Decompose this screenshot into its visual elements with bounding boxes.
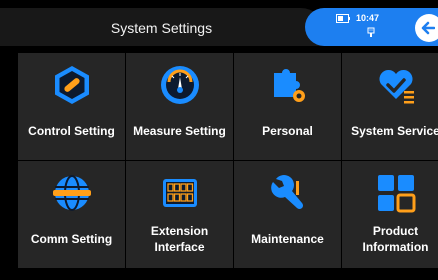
interface-board-icon <box>163 179 197 207</box>
tile-comm-setting[interactable]: Comm Setting <box>18 161 125 268</box>
back-arrow-icon <box>421 21 435 35</box>
tile-label: Comm Setting <box>30 232 113 246</box>
tile-label-line1: Extension <box>150 224 209 238</box>
tile-label-line2: Information <box>362 240 429 254</box>
wrench-icon <box>271 175 304 210</box>
tile-measure-setting[interactable]: Measure Setting <box>126 53 233 160</box>
tile-extension-interface[interactable]: Extension Interface <box>126 161 233 268</box>
settings-grid: Control Setting Measure Setting Personal <box>0 51 438 275</box>
heart-service-icon <box>379 69 414 104</box>
tile-maintenance[interactable]: Maintenance <box>234 161 341 268</box>
header-bar: System Settings 10:47 <box>0 0 438 46</box>
tile-label: System Service <box>351 124 438 138</box>
tile-label: Control Setting <box>28 124 115 138</box>
back-button[interactable] <box>415 14 438 42</box>
globe-icon <box>53 175 91 211</box>
puzzle-icon <box>274 69 305 102</box>
tile-label: Maintenance <box>251 232 324 246</box>
battery-icon <box>336 14 350 23</box>
clock: 10:47 <box>356 13 380 23</box>
tile-label-line2: Interface <box>154 240 205 254</box>
tile-label: Product Information <box>342 223 438 255</box>
gauge-icon <box>161 66 199 104</box>
tile-label-line1: Product <box>372 224 419 238</box>
tile-personal[interactable]: Personal <box>234 53 341 160</box>
tile-product-information[interactable]: Product Information <box>342 161 438 268</box>
page-title: System Settings <box>110 20 213 36</box>
tile-control-setting[interactable]: Control Setting <box>18 53 125 160</box>
usb-icon <box>367 27 375 37</box>
tile-label: Measure Setting <box>133 124 226 138</box>
tile-system-service[interactable]: System Service <box>342 53 438 160</box>
tile-label: Personal <box>262 124 313 138</box>
product-grid-icon <box>378 175 416 213</box>
control-setting-icon <box>55 66 89 104</box>
tile-label: Extension Interface <box>126 223 233 255</box>
